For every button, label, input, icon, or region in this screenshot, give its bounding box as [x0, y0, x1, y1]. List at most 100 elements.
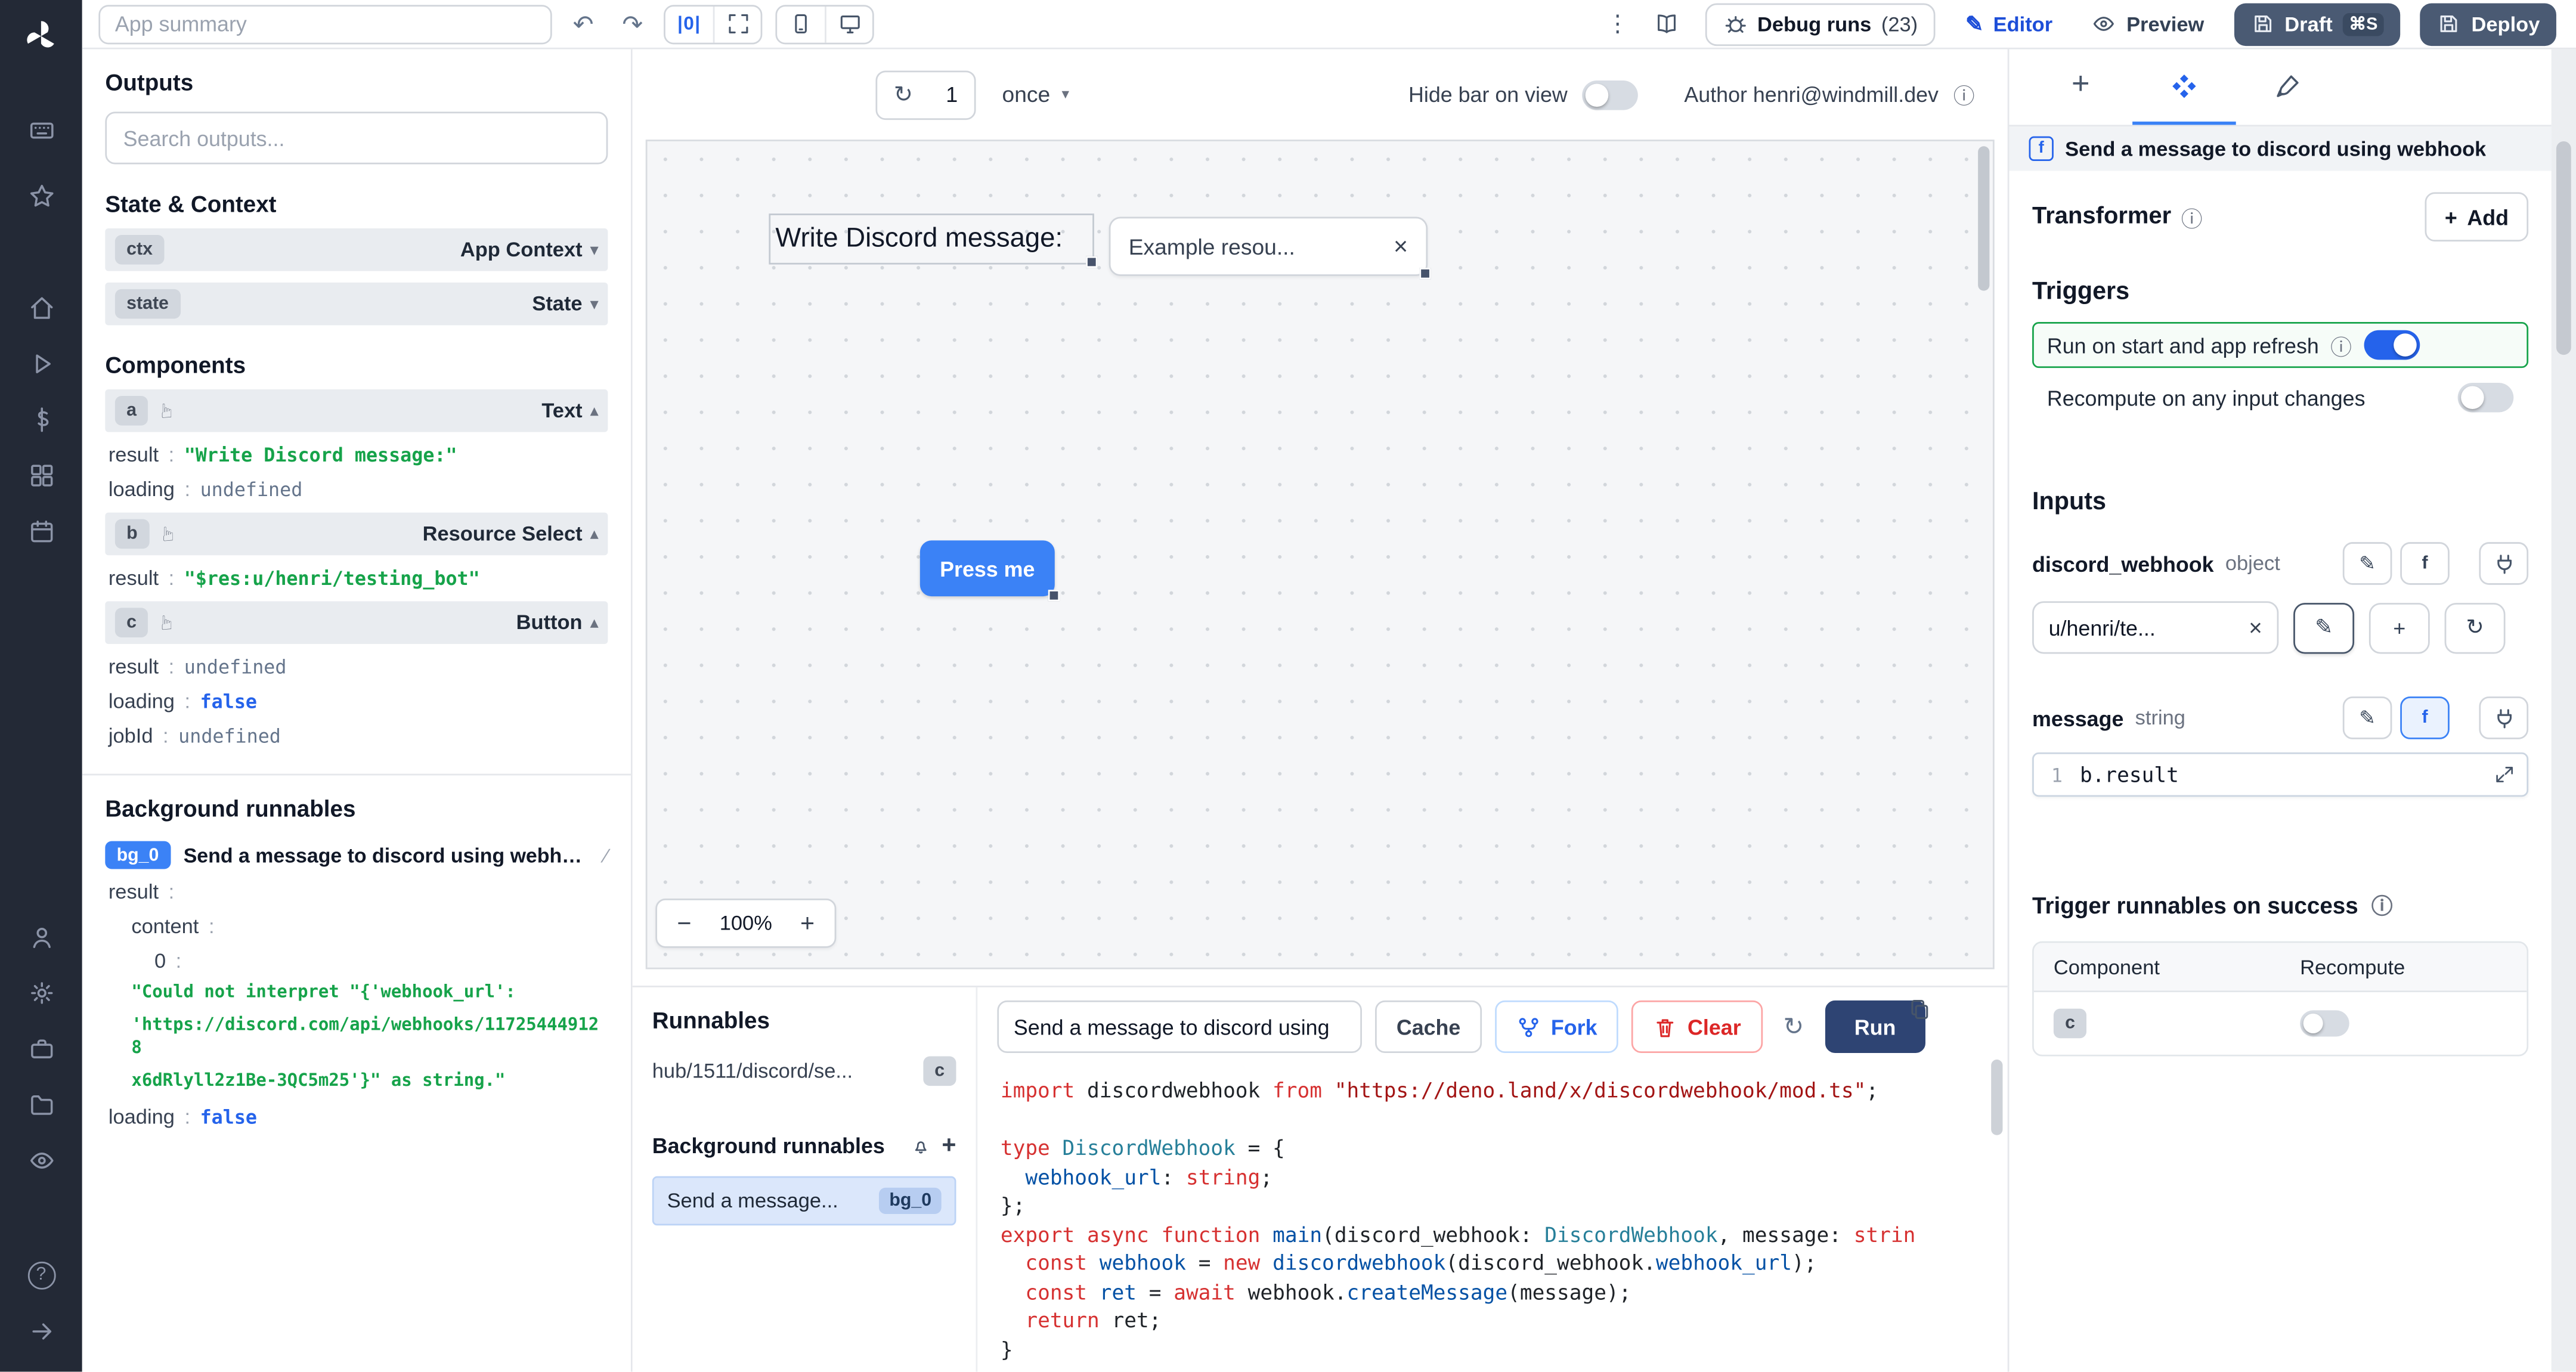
background-runnable-item-selected[interactable]: Send a message... bg_0	[652, 1176, 956, 1227]
collapse-arrow-icon[interactable]	[0, 1303, 82, 1359]
user-icon[interactable]	[0, 909, 82, 965]
component-b-row[interactable]: b ☞ Resource Select ▴	[105, 512, 608, 556]
runnables-title: Runnables	[652, 1006, 770, 1033]
help-icon[interactable]: ?	[0, 1247, 82, 1303]
refresh-resource-button[interactable]: ↻	[2444, 602, 2506, 654]
clear-icon[interactable]: ×	[1394, 233, 1408, 261]
code-toolbar: Cache Fork Clear ↻ Run	[977, 987, 2007, 1063]
canvas-scrollbar[interactable]	[1978, 146, 1990, 291]
tab-styling[interactable]	[2236, 49, 2340, 125]
code-scrollbar[interactable]	[1991, 1060, 2003, 1135]
docs-button[interactable]	[1649, 4, 1685, 44]
eval-expr-button[interactable]: f	[2400, 542, 2450, 585]
preview-tab-button[interactable]: Preview	[2082, 2, 2214, 45]
run-on-start-row: Run on start and app refresh ⓘ	[2032, 321, 2529, 368]
message-expression-input[interactable]: 1 b.result	[2032, 752, 2529, 797]
variables-dollar-icon[interactable]	[0, 391, 82, 447]
bg0-badge: bg_0	[105, 841, 171, 869]
redo-button[interactable]: ↷	[614, 4, 651, 44]
hide-bar-toggle[interactable]	[1582, 79, 1639, 110]
run-on-start-toggle[interactable]	[2363, 330, 2419, 360]
debug-runs-button[interactable]: Debug runs (23)	[1704, 2, 1936, 45]
expand-icon[interactable]	[2494, 764, 2527, 785]
favorites-star-icon[interactable]	[0, 168, 82, 224]
component-a-row[interactable]: a ☞ Text ▴	[105, 389, 608, 432]
edit-static-button[interactable]: ✎	[2342, 542, 2392, 585]
ctx-row[interactable]: ctx App Context ▾	[105, 228, 608, 271]
fork-button[interactable]: Fork	[1495, 1000, 1619, 1054]
zoom-out-button[interactable]: −	[657, 909, 711, 937]
code-editor[interactable]: import discordwebhook from "https://deno…	[977, 1063, 2007, 1372]
draft-button[interactable]: Draft ⌘S	[2233, 2, 2401, 45]
desktop-view-button[interactable]	[825, 5, 872, 42]
editor-tab-button[interactable]: ✎ Editor	[1956, 2, 2063, 45]
app-canvas[interactable]: Write Discord message: Example resou... …	[645, 140, 1995, 970]
add-resource-button[interactable]: +	[2368, 602, 2430, 654]
mobile-view-button[interactable]	[777, 6, 825, 42]
inputs-title: Inputs	[2032, 488, 2107, 516]
more-menu-button[interactable]: ⋮	[1606, 10, 1630, 38]
fullscreen-button[interactable]	[713, 5, 761, 42]
undo-button[interactable]: ↶	[565, 4, 602, 44]
scrollbar-thumb[interactable]	[2556, 141, 2571, 355]
runnable-name-input[interactable]	[997, 1000, 1362, 1054]
resources-grid-icon[interactable]	[0, 447, 82, 503]
recompute-row-toggle[interactable]	[2300, 1010, 2349, 1037]
add-transformer-button[interactable]: + Add	[2425, 192, 2529, 241]
windmill-logo[interactable]	[0, 0, 82, 72]
chevron-down-icon: ▾	[590, 295, 598, 312]
deploy-button[interactable]: Deploy	[2420, 2, 2556, 45]
zoom-in-button[interactable]: +	[781, 909, 835, 937]
tab-component-settings[interactable]	[2132, 49, 2236, 125]
refresh-button[interactable]: ↻	[877, 72, 929, 117]
pencil-icon: ✎	[1965, 10, 1984, 36]
background-runnables-title: Background runnables	[105, 795, 356, 822]
edit-static-button[interactable]: ✎	[2342, 696, 2392, 739]
components-title: Components	[105, 351, 246, 378]
runnable-item[interactable]: hub/1511/discord/se... c	[652, 1056, 956, 1086]
workspace-briefcase-icon[interactable]	[0, 1020, 82, 1076]
discord-webhook-value-row: u/henri/te... × ✎ + ↻	[2032, 601, 2528, 654]
text-component[interactable]: Write Discord message:	[769, 213, 1098, 268]
resize-handle[interactable]	[1086, 256, 1098, 268]
folders-icon[interactable]	[0, 1076, 82, 1132]
info-icon: ⓘ	[2181, 206, 2203, 231]
clear-icon[interactable]: ×	[2249, 614, 2262, 640]
settings-gear-icon[interactable]	[0, 964, 82, 1020]
resource-select-component[interactable]: Example resou... ×	[1109, 216, 1431, 280]
cache-button[interactable]: Cache	[1375, 1000, 1482, 1054]
refresh-code-button[interactable]: ↻	[1776, 1007, 1812, 1046]
recompute-toggle[interactable]	[2457, 382, 2514, 413]
expression-value: b.result	[2079, 762, 2179, 787]
resize-handle[interactable]	[1048, 590, 1060, 602]
toggle-output-panel-button[interactable]: |0|	[665, 6, 713, 42]
edit-resource-button[interactable]: ✎	[2293, 602, 2355, 654]
audit-eye-icon[interactable]	[0, 1132, 82, 1188]
app-summary-input[interactable]	[98, 4, 552, 44]
search-outputs-input[interactable]	[105, 112, 608, 165]
button-component[interactable]: Press me	[919, 540, 1060, 602]
tab-insert-component[interactable]: +	[2029, 49, 2133, 125]
page-scrollbar[interactable]	[2551, 49, 2576, 1372]
recompute-label: Recompute on any input changes	[2046, 385, 2366, 410]
bg0-output-row[interactable]: bg_0 Send a message to discord using web…	[105, 841, 608, 869]
component-c-row[interactable]: c ☞ Button ▴	[105, 601, 608, 644]
state-row[interactable]: state State ▾	[105, 282, 608, 326]
message-field-row: message string ✎ f	[2032, 696, 2529, 739]
add-background-runnable-button[interactable]: +	[942, 1132, 956, 1160]
resource-value-input[interactable]: u/henri/te... ×	[2032, 601, 2279, 654]
home-icon[interactable]	[0, 279, 82, 335]
zoom-control: − 100% +	[655, 899, 837, 948]
connect-plug-button[interactable]	[2479, 696, 2529, 739]
run-mode-dropdown[interactable]: once ▾	[1002, 82, 1069, 107]
connect-plug-button[interactable]	[2479, 542, 2529, 585]
draft-shortcut: ⌘S	[2342, 12, 2385, 36]
chevron-up-icon: ▴	[590, 525, 598, 541]
apps-keyboard-icon[interactable]	[0, 102, 82, 158]
resize-handle[interactable]	[1419, 268, 1431, 280]
clear-button[interactable]: Clear	[1631, 1000, 1763, 1054]
schedules-calendar-icon[interactable]	[0, 503, 82, 559]
eval-expr-button-active[interactable]: f	[2400, 696, 2450, 739]
runs-play-icon[interactable]	[0, 335, 82, 391]
copy-code-button[interactable]	[1908, 997, 1932, 1021]
